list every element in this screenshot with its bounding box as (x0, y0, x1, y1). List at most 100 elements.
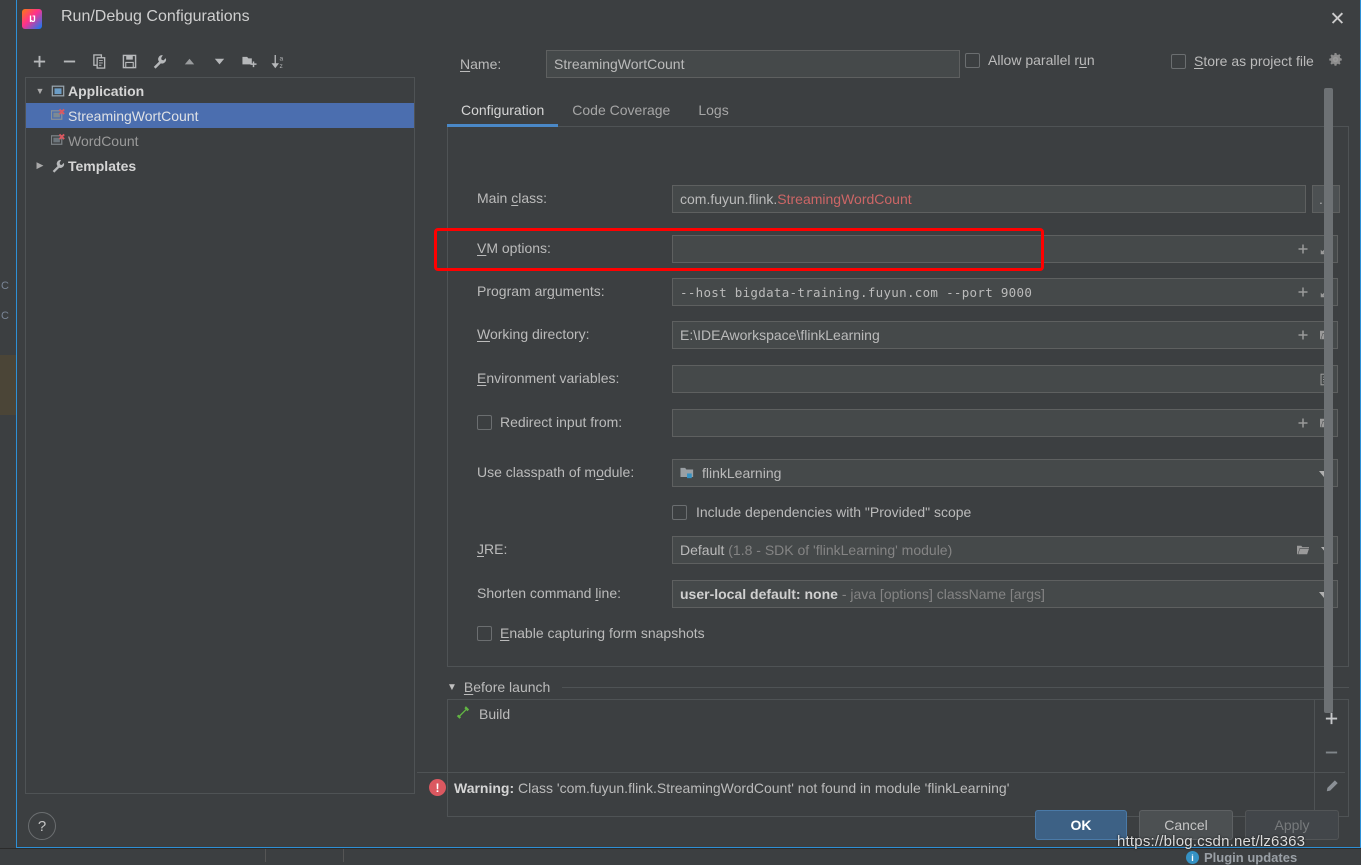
include-provided-checkbox[interactable] (672, 505, 687, 520)
classpath-module-row: Use classpath of module: flinkLearning (448, 459, 1350, 487)
form-snapshots-label: Enable capturing form snapshots (500, 625, 705, 641)
chevron-right-icon[interactable]: ▶ (32, 160, 48, 171)
form-snapshots-row[interactable]: Enable capturing form snapshots (448, 620, 1350, 648)
save-icon (122, 54, 136, 68)
tree-node-label: Application (68, 82, 145, 99)
environment-variables-label: Environment variables: (477, 370, 620, 386)
name-label: Name: (460, 56, 502, 72)
move-up-button[interactable] (175, 48, 203, 74)
copy-icon (92, 53, 105, 69)
plus-icon (1298, 418, 1307, 428)
redirect-input-row: Redirect input from: (448, 409, 1350, 437)
plus-icon (33, 55, 45, 67)
program-arguments-input[interactable]: --host bigdata-training.fuyun.com --port… (672, 278, 1292, 306)
working-directory-label: Working directory: (477, 326, 590, 342)
tree-node-label: WordCount (68, 132, 139, 149)
allow-parallel-run-checkbox[interactable] (965, 52, 980, 68)
environment-variables-input[interactable] (672, 365, 1315, 393)
before-launch-item-label: Build (479, 706, 511, 722)
before-launch-divider (562, 686, 1349, 688)
name-input[interactable] (546, 50, 960, 78)
working-directory-row: Working directory: E:\IDEAworkspace\flin… (448, 321, 1350, 349)
before-launch-header[interactable]: ▼ Before launch (447, 679, 1349, 695)
working-directory-input[interactable]: E:\IDEAworkspace\flinkLearning (672, 321, 1292, 349)
save-configuration-button[interactable] (115, 48, 143, 74)
ide-status-bar (0, 848, 1361, 862)
plugin-update-notification[interactable]: i Plugin updates (1186, 850, 1297, 865)
chevron-down-icon[interactable]: ▼ (447, 682, 457, 693)
program-arguments-row: Program arguments: --host bigdata-traini… (448, 278, 1350, 306)
warning-prefix: Warning: (454, 779, 515, 796)
warning-text: Class 'com.fuyun.flink.StreamingWordCoun… (518, 779, 1010, 796)
jre-label: JRE: (477, 541, 508, 557)
classpath-module-combo[interactable]: flinkLearning (672, 459, 1338, 487)
status-bar-divider-2 (343, 849, 344, 862)
move-down-button[interactable] (205, 48, 233, 74)
working-directory-macro-button[interactable] (1291, 321, 1315, 349)
program-arguments-label: Program arguments: (477, 283, 605, 299)
redirect-input-macro-button[interactable] (1291, 409, 1315, 437)
error-icon: ! (429, 779, 446, 796)
chevron-down-icon[interactable]: ▼ (32, 86, 48, 96)
vm-options-input[interactable] (672, 235, 1292, 263)
tab-logs[interactable]: Logs (684, 102, 742, 126)
svg-text:a: a (279, 55, 283, 62)
tree-node-application[interactable]: ▼ Application (26, 78, 414, 103)
remove-configuration-button[interactable] (55, 48, 83, 74)
ide-ghost-char-1: C (1, 280, 9, 292)
intellij-idea-icon: IJ (22, 9, 42, 29)
create-folder-button[interactable] (235, 48, 263, 74)
form-snapshots-checkbox[interactable] (477, 626, 492, 641)
before-launch-item[interactable]: Build (448, 700, 1314, 728)
allow-parallel-run-row[interactable]: Allow parallel run (965, 52, 1095, 68)
main-class-package: com.fuyun.flink. (680, 191, 778, 207)
vm-options-macro-button[interactable] (1291, 235, 1315, 263)
shorten-command-line-hint: - java [options] className [args] (841, 586, 1045, 602)
tree-node-streamingwortcount[interactable]: StreamingWortCount (26, 103, 414, 128)
shorten-command-line-value: user-local default: none (680, 586, 838, 602)
configuration-tabs: Configuration Code Coverage Logs (447, 94, 1349, 127)
program-arguments-macro-button[interactable] (1291, 278, 1315, 306)
wrench-icon (153, 54, 166, 69)
tree-node-templates[interactable]: ▶ Templates (26, 153, 414, 178)
copy-configuration-button[interactable] (85, 48, 113, 74)
warning-bar: ! Warning: Class 'com.fuyun.flink.Stream… (417, 772, 1345, 802)
arrow-up-icon (184, 58, 194, 64)
tree-node-wordcount[interactable]: WordCount (26, 128, 414, 153)
main-class-input[interactable]: com.fuyun.flink. StreamingWordCount (672, 185, 1306, 213)
arrow-down-icon (214, 58, 224, 64)
main-class-name: StreamingWordCount (777, 191, 912, 207)
gear-icon[interactable] (1328, 52, 1343, 70)
environment-variables-row: Environment variables: (448, 365, 1350, 393)
store-as-project-file-checkbox[interactable] (1171, 53, 1186, 69)
plus-icon (1298, 330, 1307, 340)
scrollbar-thumb[interactable] (1324, 88, 1333, 713)
help-button[interactable]: ? (28, 812, 56, 840)
add-configuration-button[interactable] (25, 48, 53, 74)
close-icon[interactable]: ✕ (1315, 0, 1360, 38)
tab-configuration[interactable]: Configuration (447, 102, 559, 127)
redirect-input-checkbox[interactable] (477, 415, 492, 430)
watermark-url: https://blog.csdn.net/lz6363 (1117, 833, 1306, 850)
svg-text:z: z (279, 63, 282, 69)
store-as-project-file-row[interactable]: Store as project file (1171, 52, 1343, 70)
run-debug-configurations-dialog: IJ Run/Debug Configurations ✕ a z ▼ Appl… (16, 0, 1361, 848)
allow-parallel-run-label: Allow parallel run (988, 52, 1095, 68)
config-error-icon (48, 108, 68, 123)
ok-button[interactable]: OK (1035, 810, 1127, 840)
sort-alphabetically-button[interactable]: a z (265, 48, 293, 74)
include-provided-row[interactable]: Include dependencies with "Provided" sco… (448, 499, 1350, 527)
configuration-form: Main class: com.fuyun.flink. StreamingWor… (447, 127, 1349, 667)
shorten-command-line-combo[interactable]: user-local default: none - java [options… (672, 580, 1338, 608)
main-class-label: Main class: (477, 190, 548, 206)
edit-templates-button[interactable] (145, 48, 173, 74)
jre-row: JRE: Default (1.8 - SDK of 'flinkLearnin… (448, 536, 1350, 564)
tab-code-coverage[interactable]: Code Coverage (558, 102, 684, 126)
redirect-input-field[interactable] (672, 409, 1292, 437)
classpath-module-label: Use classpath of module: (477, 464, 635, 480)
jre-browse-button[interactable] (1291, 536, 1315, 564)
content-scrollbar[interactable] (1323, 88, 1333, 788)
jre-combo-input[interactable]: Default (1.8 - SDK of 'flinkLearning' mo… (672, 536, 1292, 564)
hammer-icon (456, 705, 471, 723)
plus-icon (1298, 244, 1307, 254)
